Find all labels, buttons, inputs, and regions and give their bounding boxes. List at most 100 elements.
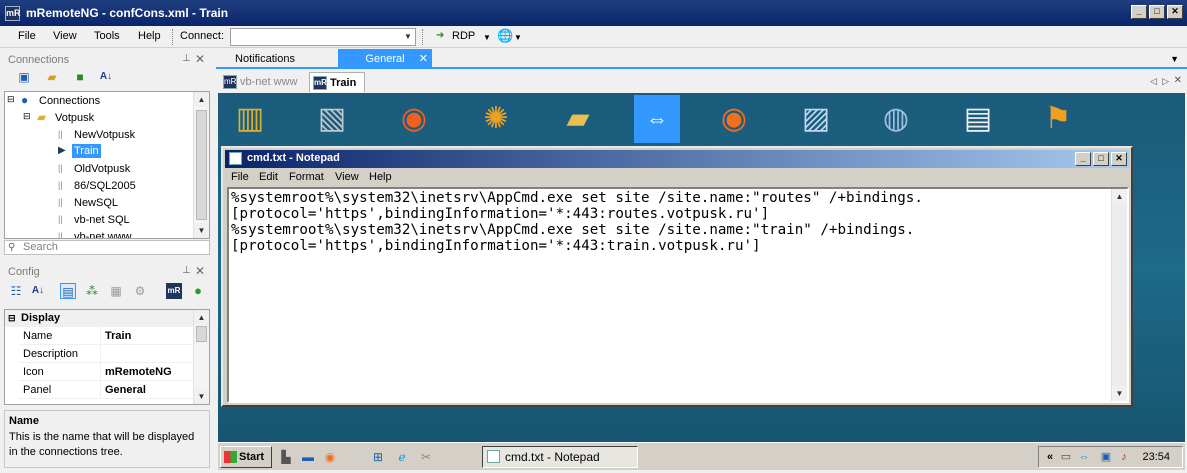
close-button[interactable]: ✕ <box>1167 5 1183 19</box>
tree-node-train[interactable]: Train <box>72 144 101 158</box>
windows-search-icon[interactable]: ⚑ <box>1038 97 1078 141</box>
firefox-shortcut-icon[interactable]: ◉ <box>714 97 754 141</box>
tree-node-newsql[interactable]: NewSQL <box>74 197 118 209</box>
new-folder-icon[interactable]: ▰ <box>44 69 60 85</box>
globe-icon[interactable]: 🌐 <box>497 28 513 44</box>
folder-icon[interactable]: ▰ <box>558 97 598 141</box>
taskbar-item-notepad[interactable]: cmd.txt - Notepad <box>482 446 638 468</box>
pin-icon[interactable]: ⊥ <box>182 265 191 276</box>
properties-icon[interactable]: ▤ <box>60 283 76 299</box>
close-icon[interactable]: ✕ <box>419 49 428 69</box>
server-manager-shortcut-icon[interactable]: ▨ <box>796 97 836 141</box>
pin-icon[interactable]: ⊥ <box>182 53 191 64</box>
tab-notifications[interactable]: Notifications <box>222 49 308 69</box>
tree-node-vb-net-www[interactable]: vb-net www <box>74 231 131 238</box>
tab-general[interactable]: General ✕ <box>338 49 432 69</box>
property-row-name[interactable]: Name Train <box>19 327 195 345</box>
scroll-up-icon[interactable]: ▲ <box>1112 189 1127 204</box>
notepad-menu-help[interactable]: Help <box>369 171 392 183</box>
tools-icon[interactable]: ✂ <box>418 449 434 465</box>
notepad-titlebar[interactable]: cmd.txt - Notepad _ □ ✕ <box>225 150 1129 168</box>
inheritance-icon[interactable]: ⁂ <box>84 283 100 299</box>
property-scrollbar[interactable]: ▲ ▼ <box>193 310 209 404</box>
volume-muted-icon[interactable]: ♪ <box>1117 450 1131 464</box>
property-row-icon[interactable]: Icon mRemoteNG <box>19 363 195 381</box>
notepad-editor[interactable]: %systemroot%\system32\inetsrv\AppCmd.exe… <box>227 187 1129 403</box>
scroll-up-icon[interactable]: ▲ <box>194 310 209 325</box>
teamviewer-icon[interactable]: ⇔ <box>1077 450 1091 464</box>
host-status-icon[interactable]: ● <box>190 283 206 299</box>
keyboard-icon[interactable]: ▭ <box>1059 450 1073 464</box>
teamviewer-shortcut-icon[interactable]: ⇔ <box>634 95 680 143</box>
tree-node-connections[interactable]: Connections <box>39 95 100 107</box>
scroll-thumb[interactable] <box>196 110 207 220</box>
start-button[interactable]: Start <box>220 446 272 468</box>
scroll-up-icon[interactable]: ▲ <box>194 92 209 107</box>
notepad-menu-edit[interactable]: Edit <box>259 171 278 183</box>
property-row-description[interactable]: Description <box>19 345 195 363</box>
property-row-panel[interactable]: Panel General <box>19 381 195 399</box>
notepad-menu-view[interactable]: View <box>335 171 359 183</box>
tree-node-votpusk[interactable]: Votpusk <box>55 112 94 124</box>
notepad-icon[interactable]: ▤ <box>346 449 362 465</box>
close-icon[interactable]: ✕ <box>1174 75 1182 86</box>
minimize-button[interactable]: _ <box>1131 5 1147 19</box>
maximize-button[interactable]: □ <box>1093 152 1109 166</box>
minimize-button[interactable]: _ <box>1075 152 1091 166</box>
tree-node-oldvotpusk[interactable]: OldVotpusk <box>74 163 130 175</box>
notepad-menu-file[interactable]: File <box>231 171 249 183</box>
security-shortcut-icon[interactable]: ▧ <box>312 97 352 141</box>
collapse-icon[interactable]: ⊟ <box>23 111 31 122</box>
scroll-left-icon[interactable]: ◁ <box>1150 76 1157 87</box>
view-icon[interactable]: ■ <box>72 69 88 85</box>
tree-node-vb-net-sql[interactable]: vb-net SQL <box>74 214 130 226</box>
property-value[interactable]: mRemoteNG <box>105 366 172 378</box>
notepad-window[interactable]: cmd.txt - Notepad _ □ ✕ File Edit Format… <box>221 146 1133 407</box>
search-input[interactable]: ⚲ Search <box>4 240 210 255</box>
default-properties-icon[interactable]: ▦ <box>108 283 124 299</box>
property-category[interactable]: ⊟ Display <box>5 310 195 327</box>
chevron-down-icon[interactable]: ▼ <box>401 29 415 45</box>
go-arrow-icon[interactable]: ➜ <box>436 30 444 41</box>
notepad-menu-format[interactable]: Format <box>289 171 324 183</box>
editor-scrollbar[interactable]: ▲ ▼ <box>1111 189 1127 401</box>
collapse-icon[interactable]: ⊟ <box>8 310 16 327</box>
network-tray-icon[interactable]: ▣ <box>1099 450 1113 464</box>
chevron-down-icon[interactable]: ▼ <box>483 33 491 42</box>
firefox-icon[interactable]: ◉ <box>322 449 338 465</box>
new-connection-icon[interactable]: ▣ <box>16 69 32 85</box>
firefox-file-icon[interactable]: ◉ <box>394 97 434 141</box>
icon-select-icon[interactable]: mR <box>166 283 182 299</box>
scroll-down-icon[interactable]: ▼ <box>1112 386 1127 401</box>
menu-file[interactable]: File <box>18 30 36 42</box>
connect-input[interactable]: ▼ <box>230 28 416 46</box>
clock[interactable]: 23:54 <box>1142 451 1170 463</box>
property-value[interactable]: Train <box>105 330 131 342</box>
chevron-down-icon[interactable]: ▼ <box>514 33 522 42</box>
chevron-down-icon[interactable]: ▼ <box>1170 54 1179 64</box>
menu-tools[interactable]: Tools <box>94 30 120 42</box>
close-icon[interactable]: ✕ <box>195 52 205 66</box>
doc-tab-vb-net-www[interactable]: mR vb-net www <box>220 72 308 92</box>
ie-icon[interactable]: ℯ <box>394 449 410 465</box>
collapse-icon[interactable]: ⊟ <box>7 94 15 105</box>
menu-help[interactable]: Help <box>138 30 161 42</box>
tree-node-newvotpusk[interactable]: NewVotpusk <box>74 129 135 141</box>
categorized-icon[interactable]: ☷ <box>8 283 24 299</box>
sort-az-icon[interactable]: A↓ <box>30 283 46 299</box>
text-file-icon[interactable]: ▤ <box>958 97 998 141</box>
default-inheritance-icon[interactable]: ⚙ <box>132 283 148 299</box>
tree-scrollbar[interactable]: ▲ ▼ <box>193 92 209 238</box>
server-icon[interactable]: ▙ <box>278 449 294 465</box>
menu-view[interactable]: View <box>53 30 77 42</box>
close-button[interactable]: ✕ <box>1111 152 1127 166</box>
books-shortcut-icon[interactable]: ▥ <box>230 97 270 141</box>
scroll-down-icon[interactable]: ▼ <box>194 389 209 404</box>
disc-shortcut-icon[interactable]: ◍ <box>876 97 916 141</box>
protocol-dropdown[interactable]: RDP <box>452 30 475 42</box>
scroll-down-icon[interactable]: ▼ <box>194 223 209 238</box>
maximize-button[interactable]: □ <box>1149 5 1165 19</box>
chevron-left-icon[interactable]: « <box>1043 450 1057 464</box>
scroll-right-icon[interactable]: ▷ <box>1162 76 1169 87</box>
desktop-icon[interactable]: ▬ <box>300 449 316 465</box>
